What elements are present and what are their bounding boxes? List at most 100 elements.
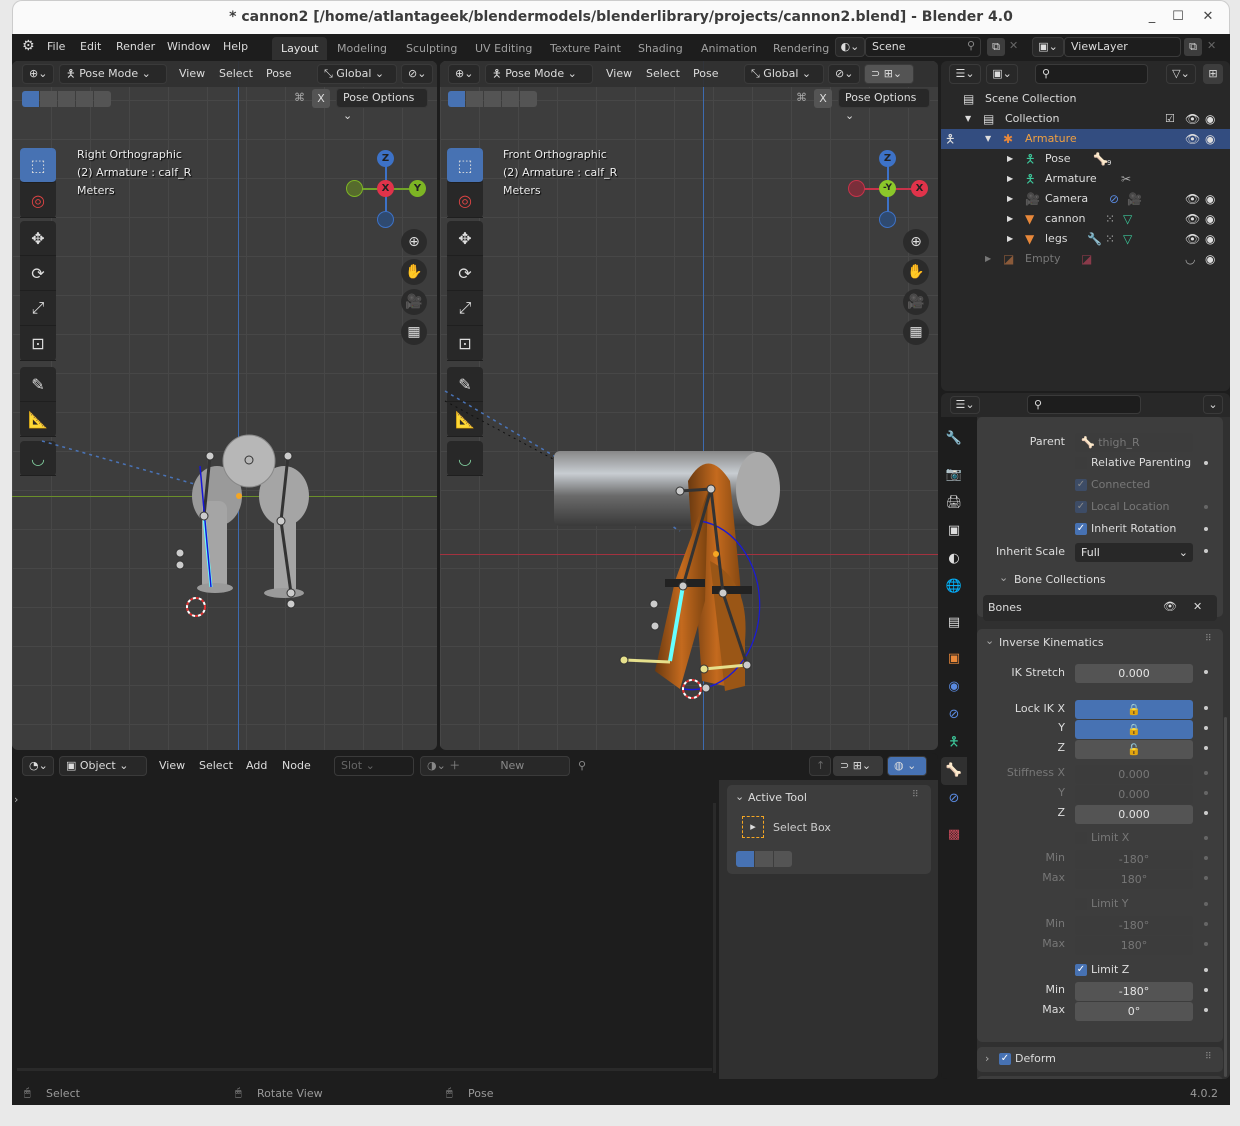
keyframe-dot[interactable] [1204, 968, 1208, 972]
remove-icon[interactable]: ✕ [1193, 600, 1202, 613]
keyframe-dot[interactable] [1204, 902, 1208, 906]
outliner-row-pose[interactable]: ▶ 🯅 Pose 🦴 9 [941, 149, 1230, 169]
expand-arrow-icon[interactable]: ▶ [1007, 209, 1013, 229]
tab-rendering[interactable]: Rendering [764, 37, 838, 60]
lock-ik-x-toggle[interactable]: 🔒 [1075, 700, 1193, 719]
outliner-row-cannon[interactable]: ▶ ▼ cannon ⁙ ▽ 👁 ◉ [941, 209, 1230, 229]
bone-collections-header[interactable]: Bone Collections [1014, 573, 1106, 586]
inherit-scale-dropdown[interactable]: Full ⌄ [1075, 543, 1193, 562]
keyframe-dot[interactable] [1204, 1008, 1208, 1012]
properties-scrollbar[interactable] [1224, 717, 1227, 1077]
visibility-eye-icon[interactable]: 👁 [1185, 129, 1200, 149]
outliner-row-empty[interactable]: ▶ ◪ Empty ◪ ◡ ◉ [941, 249, 1230, 269]
maximize-button[interactable]: ☐ [1167, 7, 1189, 27]
pin-icon[interactable]: ⚲ [967, 39, 975, 52]
expand-arrow-icon[interactable]: ▶ [1007, 149, 1013, 169]
keyframe-dot[interactable] [1204, 988, 1208, 992]
visibility-eye-icon[interactable]: 👁 [1185, 229, 1200, 249]
keyframe-dot[interactable] [1204, 527, 1208, 531]
menu-help[interactable]: Help [223, 40, 248, 53]
view-layer-tab-icon[interactable]: ▣ [941, 517, 967, 545]
viewport-right-ortho[interactable]: ⊕⌄ 🯅 Pose Mode ⌄ View Select Pose ⤡ Glob… [12, 61, 437, 750]
expand-chevron-icon[interactable]: › [985, 1052, 989, 1065]
armature-data-tab-icon[interactable]: 🯅 [941, 729, 967, 757]
new-scene-icon[interactable]: ⧉ [987, 38, 1005, 56]
tab-animation[interactable]: Animation [692, 37, 766, 60]
outliner-row-legs[interactable]: ▶ ▼ legs 🔧 ⁙ ▽ 👁 ◉ [941, 229, 1230, 249]
snap-toggle[interactable]: ⊃ ⊞⌄ [833, 756, 883, 776]
menu-file[interactable]: File [47, 40, 65, 53]
properties-search-input[interactable]: ⚲ [1027, 395, 1141, 414]
expand-arrow-icon[interactable]: ▼ [985, 129, 991, 149]
new-collection-icon[interactable]: ⊞ [1203, 64, 1223, 84]
expand-arrow-icon[interactable]: ▶ [1007, 229, 1013, 249]
delete-view-layer-icon[interactable]: ✕ [1207, 39, 1216, 52]
scene-selector-icon[interactable]: ◐⌄ [835, 37, 865, 57]
menu-select[interactable]: Select [199, 759, 233, 772]
pin-icon[interactable]: ⚲ [578, 759, 586, 772]
select-new-icon[interactable] [736, 851, 754, 867]
options-dropdown-icon[interactable]: ⌄ [1203, 395, 1223, 414]
keyframe-dot[interactable] [1204, 791, 1208, 795]
menu-window[interactable]: Window [167, 40, 210, 53]
drag-handle-icon[interactable]: ⠿ [912, 790, 919, 800]
collapse-chevron-icon[interactable]: ⌄ [999, 571, 1008, 584]
render-camera-icon[interactable]: ◉ [1205, 129, 1215, 149]
menu-node[interactable]: Node [282, 759, 311, 772]
outliner-row-collection[interactable]: ▼ ▤ Collection ☑ 👁 ◉ [941, 109, 1230, 129]
render-camera-icon[interactable]: ◉ [1205, 209, 1215, 229]
keyframe-dot[interactable] [1204, 771, 1208, 775]
limit-y-min-field[interactable]: -180° [1075, 916, 1193, 935]
display-mode-icon[interactable]: ☰⌄ [949, 64, 981, 84]
drag-handle-icon[interactable]: ⠿ [1205, 634, 1212, 644]
slot-dropdown[interactable]: Slot ⌄ [334, 756, 414, 776]
tab-shading[interactable]: Shading [629, 37, 692, 60]
collapse-chevron-icon[interactable]: ⌄ [735, 790, 744, 803]
keyframe-dot[interactable] [1204, 942, 1208, 946]
outliner-row-camera[interactable]: ▶ 🎥 Camera ⊘ 🎥 👁 ◉ [941, 189, 1230, 209]
render-camera-icon[interactable]: ◉ [1205, 229, 1215, 249]
collapse-chevron-icon[interactable]: ⌄ [985, 634, 994, 647]
keyframe-dot[interactable] [1204, 461, 1208, 465]
limit-x-max-field[interactable]: 180° [1075, 870, 1193, 889]
bone-collection-item[interactable]: Bones 👁 ✕ [983, 595, 1217, 621]
ik-panel-header[interactable]: Inverse Kinematics [999, 636, 1104, 649]
limit-x-checkbox[interactable] [1075, 832, 1087, 844]
visibility-eye-icon[interactable]: 👁 [1185, 189, 1200, 209]
render-camera-icon[interactable]: ◉ [1205, 109, 1215, 129]
expand-arrow-icon[interactable]: ▶ [1007, 189, 1013, 209]
collection-tab-icon[interactable]: ▤ [941, 609, 967, 637]
keyframe-dot[interactable] [1204, 706, 1208, 710]
output-tab-icon[interactable]: 🖨 [941, 489, 967, 517]
exclude-checkbox[interactable]: ☑ [1165, 109, 1175, 129]
render-tab-icon[interactable]: 📷 [941, 461, 967, 489]
object-tab-icon[interactable]: ▣ [941, 645, 967, 673]
inherit-rotation-checkbox[interactable]: ✓ [1075, 523, 1087, 535]
menu-view[interactable]: View [159, 759, 185, 772]
sidebar-expand-icon[interactable]: › [14, 793, 18, 806]
lock-ik-z-toggle[interactable]: 🔓 [1075, 740, 1193, 759]
select-subtract-icon[interactable] [774, 851, 792, 867]
tab-uv-editing[interactable]: UV Editing [466, 37, 541, 60]
keyframe-dot[interactable] [1204, 670, 1208, 674]
ik-stretch-field[interactable]: 0.000 [1075, 664, 1193, 683]
lock-ik-y-toggle[interactable]: 🔒 [1075, 720, 1193, 739]
connected-checkbox[interactable]: ✓ [1075, 479, 1087, 491]
keyframe-dot[interactable] [1204, 726, 1208, 730]
local-location-checkbox[interactable]: ✓ [1075, 501, 1087, 513]
keyframe-dot[interactable] [1204, 746, 1208, 750]
limit-y-max-field[interactable]: 180° [1075, 936, 1193, 955]
minimize-button[interactable]: _ [1141, 7, 1163, 27]
tab-texture-paint[interactable]: Texture Paint [541, 37, 630, 60]
keyframe-dot[interactable] [1204, 505, 1208, 509]
drag-handle-icon[interactable]: ⠿ [1205, 1052, 1212, 1062]
physics-tab-icon[interactable]: ◉ [941, 673, 967, 701]
stiffness-z-field[interactable]: 0.000 [1075, 805, 1193, 824]
view-layer-name-field[interactable]: ViewLayer [1064, 37, 1181, 57]
visibility-hidden-icon[interactable]: ◡ [1185, 249, 1195, 269]
object-constraint-tab-icon[interactable]: ⊘ [941, 701, 967, 729]
limit-z-checkbox[interactable]: ✓ [1075, 964, 1087, 976]
limit-z-min-field[interactable]: -180° [1075, 982, 1193, 1001]
relative-parenting-checkbox[interactable] [1075, 457, 1087, 469]
parent-node-icon[interactable]: ↑ [809, 756, 831, 776]
